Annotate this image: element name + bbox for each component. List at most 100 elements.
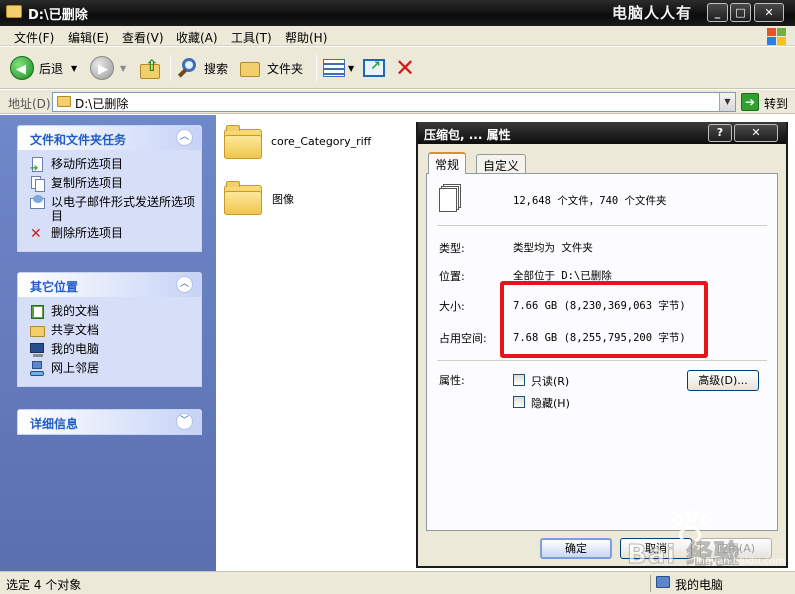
expand-chevron-icon[interactable]: ﹀: [176, 413, 193, 430]
file-name[interactable]: 图像: [272, 191, 294, 207]
folders-icon: [240, 58, 262, 78]
divider: [437, 360, 767, 361]
status-bar: 选定 4 个对象 我的电脑: [0, 571, 795, 594]
folder-icon[interactable]: [224, 125, 262, 159]
details-panel-title: 详细信息: [30, 417, 79, 431]
type-value: 类型均为 文件夹: [513, 242, 593, 254]
menu-help[interactable]: 帮助(H): [285, 29, 327, 46]
other-places-panel: 其它位置 ︿ 我的文档 共享文档 我的电脑 网上邻居: [17, 272, 202, 387]
location-label: 位置:: [439, 270, 465, 283]
task-move-label: 移动所选项目: [51, 157, 124, 171]
general-tab-panel: 12,648 个文件，740 个文件夹 类型: 类型均为 文件夹 位置: 全部位…: [426, 173, 778, 531]
close-button[interactable]: ✕: [754, 3, 784, 22]
status-separator: [650, 575, 651, 592]
address-label: 地址(D): [8, 97, 51, 111]
up-folder-button[interactable]: ⇧: [140, 54, 162, 82]
back-button[interactable]: ◀ 后退 ▼: [10, 54, 77, 82]
status-location: 我的电脑: [675, 578, 724, 592]
type-label: 类型:: [439, 242, 465, 255]
apply-button[interactable]: 应用(A): [700, 538, 772, 559]
task-delete[interactable]: ✕ 删除所选项目: [30, 226, 201, 242]
back-dropdown-icon[interactable]: ▼: [71, 64, 77, 73]
toolbar-separator: [316, 55, 317, 81]
cancel-button[interactable]: 取消: [620, 538, 692, 559]
my-computer-icon: [656, 576, 670, 588]
collapse-chevron-icon[interactable]: ︿: [176, 129, 193, 146]
folder-icon[interactable]: [224, 181, 262, 215]
search-button[interactable]: 搜索: [177, 54, 229, 82]
delete-x-icon: ✕: [395, 54, 416, 82]
other-places-header[interactable]: 其它位置 ︿: [18, 273, 201, 297]
folder-icon: [6, 5, 22, 18]
size-label: 大小:: [439, 300, 465, 313]
maximize-button[interactable]: □: [730, 3, 751, 22]
tab-custom[interactable]: 自定义: [476, 154, 527, 173]
hidden-label[interactable]: 隐藏(H): [531, 395, 570, 411]
hidden-checkbox[interactable]: [513, 396, 525, 408]
move-to-icon: ↗: [363, 59, 385, 77]
place-shared-documents[interactable]: 共享文档: [30, 323, 201, 339]
readonly-checkbox[interactable]: [513, 374, 525, 386]
menu-edit[interactable]: 编辑(E): [68, 29, 109, 46]
task-copy-label: 复制所选项目: [51, 176, 124, 190]
delete-button[interactable]: ✕: [395, 54, 415, 82]
task-copy[interactable]: 复制所选项目: [30, 176, 201, 192]
task-email[interactable]: 以电子邮件形式发送所选项目: [30, 195, 201, 223]
forward-dropdown-icon[interactable]: ▼: [120, 64, 126, 73]
advanced-button[interactable]: 高级(D)...: [687, 370, 759, 391]
move-to-button[interactable]: ↗: [363, 54, 385, 82]
menu-view[interactable]: 查看(V): [122, 29, 164, 46]
collapse-chevron-icon[interactable]: ︿: [176, 276, 193, 293]
file-count-summary: 12,648 个文件，740 个文件夹: [513, 195, 667, 207]
views-button[interactable]: ▼: [323, 54, 354, 82]
move-file-icon: ➔: [30, 157, 46, 174]
address-value: D:\已删除: [75, 97, 129, 111]
task-move[interactable]: ➔ 移动所选项目: [30, 157, 201, 174]
back-arrow-icon: ◀: [10, 56, 34, 80]
dialog-close-button[interactable]: ✕: [734, 124, 778, 142]
address-dropdown-icon[interactable]: ▼: [719, 93, 735, 111]
place-my-documents[interactable]: 我的文档: [30, 304, 201, 320]
search-label: 搜索: [204, 61, 229, 76]
dialog-title-bar[interactable]: 压缩包, ... 属性 ? ✕: [418, 122, 786, 144]
highlight-box: [500, 281, 708, 358]
menu-bar: 文件(F) 编辑(E) 查看(V) 收藏(A) 工具(T) 帮助(H): [0, 26, 795, 46]
selection-status: 选定 4 个对象: [6, 578, 82, 592]
place-my-computer[interactable]: 我的电脑: [30, 342, 201, 358]
readonly-label[interactable]: 只读(R): [531, 373, 569, 389]
forward-arrow-icon: ▶: [90, 56, 114, 80]
folder-icon: [57, 96, 71, 107]
back-label: 后退: [39, 61, 64, 76]
go-arrow-icon[interactable]: ➔: [741, 93, 759, 111]
address-input[interactable]: D:\已删除 ▼: [52, 92, 736, 112]
task-delete-label: 删除所选项目: [51, 226, 124, 240]
tasks-panel: 文件和文件夹任务 ︿ ➔ 移动所选项目 复制所选项目 以电子邮件形式发送所选项目…: [17, 125, 202, 252]
menu-tools[interactable]: 工具(T): [231, 29, 272, 46]
windows-logo-icon: [765, 26, 787, 46]
window-title: D:\已删除: [28, 8, 88, 23]
attributes-label: 属性:: [439, 374, 465, 387]
go-button[interactable]: 转到: [764, 95, 788, 112]
views-dropdown-icon[interactable]: ▼: [348, 64, 354, 73]
window-title-bar[interactable]: D:\已删除 电脑人人有 _ □ ✕: [0, 0, 795, 26]
forward-button[interactable]: ▶ ▼: [90, 54, 126, 82]
file-name[interactable]: core_Category_riff: [271, 135, 371, 148]
minimize-button[interactable]: _: [707, 3, 728, 22]
place-network-label: 网上邻居: [51, 361, 100, 375]
up-folder-icon: ⇧: [140, 56, 162, 80]
tasks-panel-header[interactable]: 文件和文件夹任务 ︿: [18, 126, 201, 150]
folders-button[interactable]: 文件夹: [240, 54, 303, 82]
tab-general[interactable]: 常规: [428, 152, 467, 174]
place-shared-documents-label: 共享文档: [51, 323, 100, 337]
dialog-title: 压缩包, ... 属性: [424, 128, 511, 142]
menu-favorites[interactable]: 收藏(A): [176, 29, 218, 46]
brand-watermark: 电脑人人有: [612, 4, 693, 22]
place-network[interactable]: 网上邻居: [30, 361, 201, 377]
other-places-title: 其它位置: [30, 280, 79, 294]
ok-button[interactable]: 确定: [540, 538, 612, 559]
details-panel-header[interactable]: 详细信息 ﹀: [18, 410, 201, 434]
help-button[interactable]: ?: [708, 124, 732, 142]
menu-file[interactable]: 文件(F): [14, 29, 54, 46]
delete-x-icon: ✕: [30, 226, 42, 242]
multiple-files-icon: [439, 184, 465, 214]
